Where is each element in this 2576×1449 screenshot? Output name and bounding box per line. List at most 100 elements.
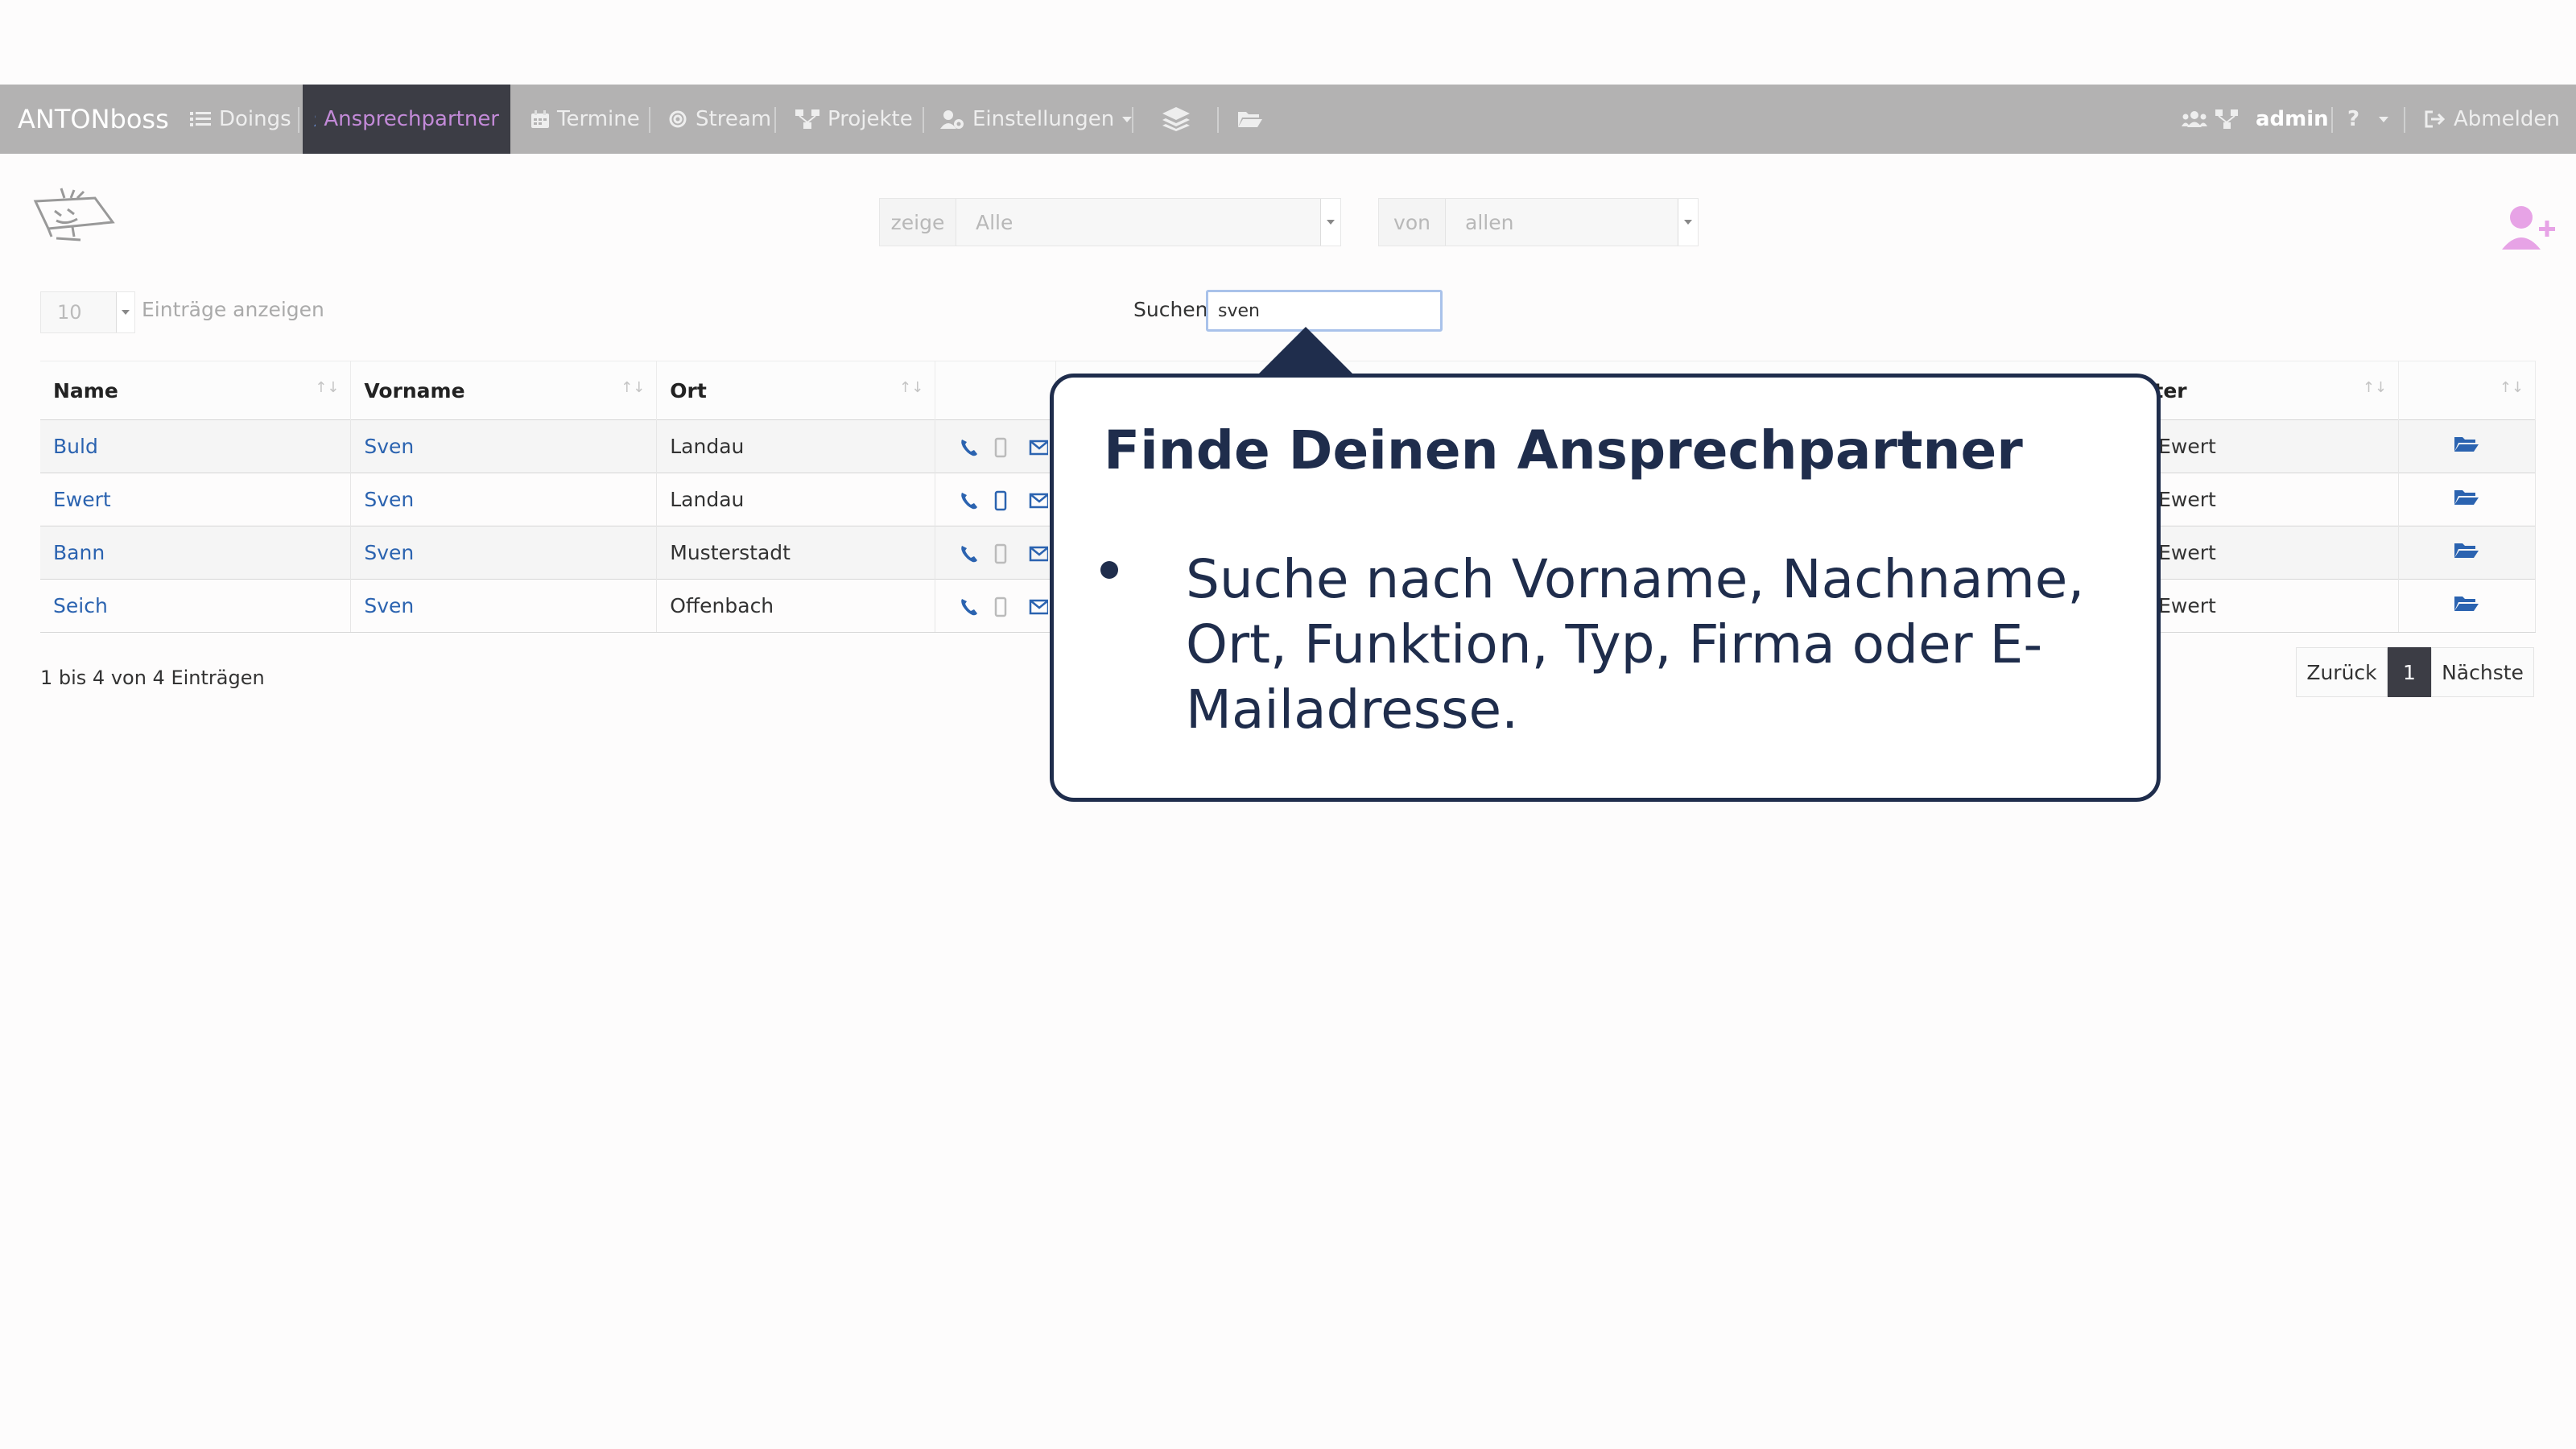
open-folder-button[interactable] <box>2398 473 2536 526</box>
sitemap-icon <box>2215 109 2238 129</box>
nav-ansprechpartner-label: Ansprechpartner <box>324 107 499 131</box>
sort-icon: ↑↓ <box>2499 379 2524 396</box>
show-filter-value: Alle <box>976 210 1013 234</box>
sign-out-icon <box>2425 110 2446 128</box>
sort-icon: ↑↓ <box>898 379 924 396</box>
logout-link[interactable]: Abmelden <box>2425 85 2560 154</box>
callout-pointer <box>1257 327 1354 375</box>
contact-city: Landau <box>656 473 936 526</box>
nav-divider <box>649 107 650 133</box>
contact-firstname-link[interactable]: Sven <box>364 435 414 458</box>
nav-ansprechpartner[interactable]: Ansprechpartner <box>303 85 510 154</box>
nav-divider <box>1132 107 1133 133</box>
top-navbar: ANTONboss Doings Ansprechpartner Termine… <box>0 85 2576 154</box>
nav-doings[interactable]: Doings <box>190 85 291 154</box>
from-filter-label: von <box>1379 199 1446 246</box>
sort-icon: ↑↓ <box>315 379 340 396</box>
from-filter-value: allen <box>1465 210 1514 234</box>
col-header-actions[interactable]: ↑↓ <box>2398 361 2536 420</box>
nav-divider <box>923 107 924 133</box>
nav-projekte-label: Projekte <box>828 107 913 131</box>
help-menu[interactable]: ? <box>2347 85 2389 154</box>
folder-open-icon <box>2454 543 2479 558</box>
envelope-icon <box>1029 493 1050 509</box>
chevron-down-icon <box>1122 116 1133 122</box>
col-header-contact[interactable] <box>935 361 1057 420</box>
contact-actions <box>935 419 1057 473</box>
contact-name-link[interactable]: Bann <box>53 541 105 564</box>
contact-firstname-link[interactable]: Sven <box>364 488 414 511</box>
search-input[interactable] <box>1206 290 1443 332</box>
table-info: 1 bis 4 von 4 Einträgen <box>40 667 265 689</box>
layers-button[interactable] <box>1162 85 1198 154</box>
nav-einstellungen-label: Einstellungen <box>972 107 1115 131</box>
col-header-ort[interactable]: Ort ↑↓ <box>656 361 936 420</box>
add-user-icon[interactable] <box>2502 204 2555 250</box>
contact-city: Landau <box>656 419 936 473</box>
nav-einstellungen[interactable]: Einstellungen <box>940 85 1133 154</box>
mobile-icon <box>994 597 1007 617</box>
logout-label: Abmelden <box>2454 107 2560 131</box>
chevron-down-icon <box>116 292 134 332</box>
nav-termine[interactable]: Termine <box>531 85 640 154</box>
callout-title: Finde Deinen Ansprechpartner <box>1104 419 2023 481</box>
calendar-icon <box>531 110 549 128</box>
chevron-down-icon <box>2379 116 2389 122</box>
folder-open-icon <box>2454 597 2479 611</box>
contact-icons <box>961 597 1050 617</box>
contact-firstname-link[interactable]: Sven <box>364 541 414 564</box>
open-folder-button[interactable] <box>2398 579 2536 633</box>
sitemap-icon <box>795 109 819 129</box>
phone-icon <box>961 546 978 563</box>
prev-page-button[interactable]: Zurück <box>2296 647 2388 697</box>
page-length-select[interactable]: 10 <box>40 291 135 333</box>
contact-name-link[interactable]: Ewert <box>53 488 111 511</box>
next-page-button[interactable]: Nächste <box>2431 647 2534 697</box>
contact-firstname-link[interactable]: Sven <box>364 594 414 617</box>
brand-link[interactable]: ANTONboss <box>18 85 169 154</box>
show-filter-select[interactable]: zeige Alle <box>879 198 1341 246</box>
mobile-icon <box>994 490 1007 511</box>
users-group-button[interactable] <box>2182 85 2215 154</box>
chevron-down-icon <box>1678 199 1698 246</box>
folder-open-icon <box>1238 112 1262 127</box>
from-filter-select[interactable]: von allen <box>1378 198 1699 246</box>
col-header-name[interactable]: Name ↑↓ <box>40 361 352 420</box>
user-cog-icon <box>940 110 964 129</box>
mobile-icon <box>994 437 1007 458</box>
page-1-button[interactable]: 1 <box>2388 647 2431 697</box>
contact-icons <box>961 437 1050 458</box>
mobile-icon <box>994 543 1007 564</box>
contact-city: Offenbach <box>656 579 936 633</box>
nav-stream[interactable]: Stream <box>668 85 771 154</box>
at-icon <box>669 110 687 128</box>
contact-name-link[interactable]: Seich <box>53 594 108 617</box>
nav-projekte[interactable]: Projekte <box>795 85 913 154</box>
contact-name-link[interactable]: Buld <box>53 435 98 458</box>
open-folder-button[interactable] <box>2398 526 2536 580</box>
nav-termine-label: Termine <box>557 107 640 131</box>
user-menu[interactable]: admin <box>2256 85 2329 154</box>
open-folder-button[interactable] <box>2398 419 2536 473</box>
nav-divider <box>2404 107 2405 133</box>
col-header-vorname[interactable]: Vorname ↑↓ <box>350 361 658 420</box>
nav-divider <box>1217 107 1219 133</box>
envelope-icon <box>1029 599 1050 615</box>
users-icon <box>314 114 316 126</box>
contact-icons <box>961 543 1050 564</box>
bullet-icon <box>1100 561 1118 579</box>
nav-divider <box>2331 107 2333 133</box>
page-length-label: Einträge anzeigen <box>142 298 324 321</box>
show-filter-label: zeige <box>880 199 956 246</box>
nav-stream-label: Stream <box>696 107 772 131</box>
nav-doings-label: Doings <box>219 107 291 131</box>
contact-icons <box>961 490 1050 511</box>
sort-icon: ↑↓ <box>621 379 646 396</box>
network-button[interactable] <box>2215 85 2246 154</box>
phone-icon <box>961 599 978 616</box>
search-label: Suchen <box>1133 298 1208 321</box>
robot-logo-icon <box>33 188 115 242</box>
folder-button[interactable] <box>1238 85 1270 154</box>
callout-text: Suche nach Vorname, Nachname, Ort, Funkt… <box>1186 548 2085 741</box>
chevron-down-icon <box>1320 199 1340 246</box>
